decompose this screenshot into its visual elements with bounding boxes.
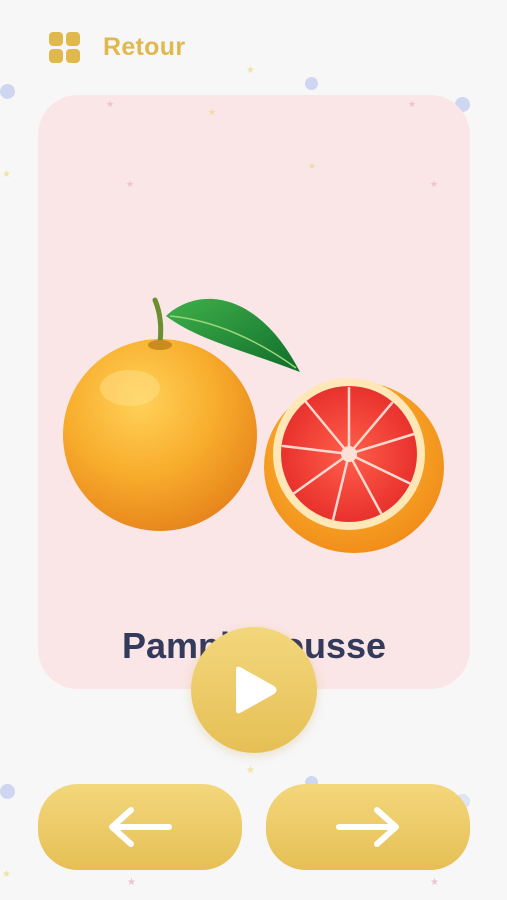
- back-button[interactable]: Retour: [49, 30, 185, 64]
- arrow-left-icon: [109, 807, 172, 847]
- grapefruit-image: [63, 297, 444, 553]
- decor-star: ★: [208, 107, 217, 117]
- decor-star: ★: [246, 765, 255, 776]
- decor-star: ★: [430, 877, 439, 888]
- back-label: Retour: [103, 32, 186, 61]
- play-icon: [236, 666, 277, 714]
- next-button[interactable]: [266, 784, 470, 870]
- decor-star: ★: [308, 161, 317, 171]
- decor-star: ★: [127, 877, 136, 888]
- decor-star: ★: [2, 169, 11, 180]
- decor-star: ★: [2, 869, 11, 880]
- previous-button[interactable]: [38, 784, 242, 870]
- decor-star: ★: [126, 179, 135, 189]
- decor-star: ★: [246, 65, 255, 76]
- decor-dot: [305, 77, 318, 90]
- decor-star: ★: [408, 99, 417, 109]
- flashcard: ★ ★ ★ ★ ★ ★: [38, 95, 470, 689]
- grid-icon: [49, 31, 80, 63]
- arrow-right-icon: [336, 807, 399, 847]
- decor-star: ★: [106, 99, 115, 109]
- play-button[interactable]: [191, 627, 317, 753]
- decor-dot: [0, 784, 15, 799]
- decor-dot: [0, 84, 15, 99]
- decor-star: ★: [430, 179, 439, 189]
